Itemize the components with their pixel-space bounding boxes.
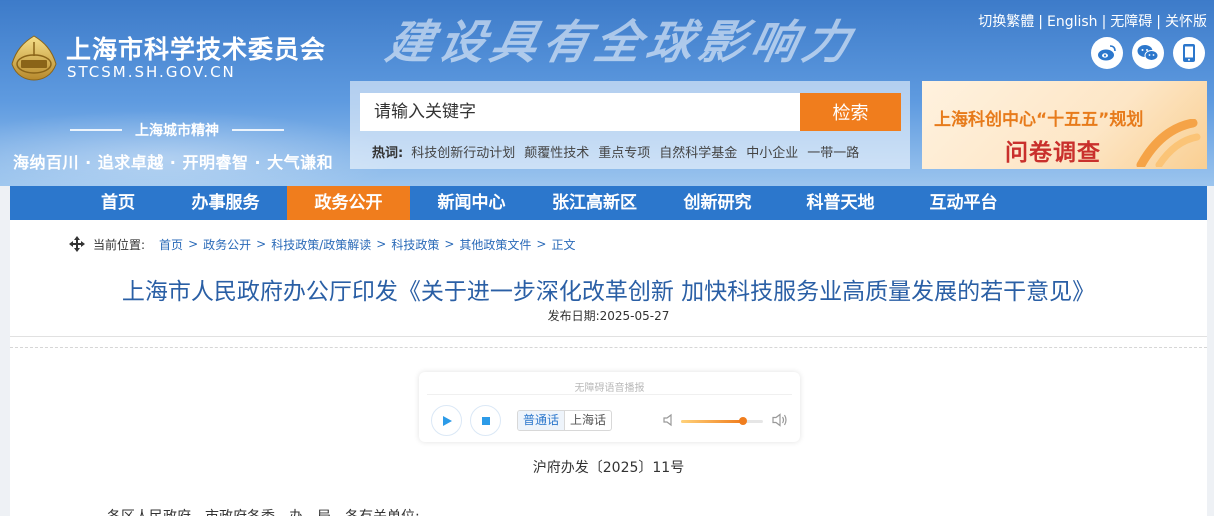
mobile-phone-icon bbox=[1183, 44, 1195, 62]
volume-knob[interactable] bbox=[738, 417, 747, 425]
breadcrumb-separator: > bbox=[444, 237, 455, 251]
banner-decoration-icon bbox=[1136, 119, 1201, 167]
language-shanghainese[interactable]: 上海话 bbox=[565, 411, 611, 430]
link-elderly-mode[interactable]: 关怀版 bbox=[1165, 14, 1207, 30]
breadcrumb-label: 当前位置: bbox=[93, 237, 146, 252]
nav-science-popularization[interactable]: 科普天地 bbox=[779, 186, 902, 220]
hot-word[interactable]: 自然科学基金 bbox=[659, 146, 737, 161]
breadcrumb-link[interactable]: 首页 bbox=[159, 236, 183, 253]
link-separator: | bbox=[1038, 14, 1043, 30]
calligraphy-slogan: 建设具有全球影响力 bbox=[381, 15, 862, 69]
hot-words: 热词: 科技创新行动计划 颠覆性技术 重点专项 自然科学基金 中小企业 一带一路 bbox=[372, 142, 868, 161]
article-content: 当前位置: 首页 > 政务公开 > 科技政策/政策解读 > 科技政策 > 其他政策文件 >… bbox=[10, 220, 1207, 516]
play-icon bbox=[442, 415, 452, 426]
search-panel: 检索 热词: 科技创新行动计划颠覆性技术重点专项自然科学基金中小企业一带一路 bbox=[350, 81, 910, 169]
breadcrumb-current[interactable]: 正文 bbox=[551, 236, 575, 253]
voice-player: 无障碍语音播报 普通话 上海话 bbox=[419, 372, 800, 442]
main-nav: 首页 办事服务 政务公开 新闻中心 张江高新区 创新研究 科普天地 互动平台 bbox=[10, 186, 1207, 220]
location-icon bbox=[68, 235, 86, 253]
survey-banner[interactable]: 上海科创中心“十五五”规划 问卷调查 bbox=[922, 81, 1207, 169]
divider bbox=[10, 336, 1207, 337]
banner-subtitle: 问卷调查 bbox=[1005, 140, 1101, 166]
player-divider bbox=[427, 394, 792, 395]
volume-down-icon[interactable] bbox=[662, 413, 676, 427]
link-traditional-chinese[interactable]: 切换繁體 bbox=[978, 14, 1034, 30]
mobile-button[interactable] bbox=[1173, 37, 1205, 69]
breadcrumb-link[interactable]: 科技政策 bbox=[391, 236, 439, 253]
breadcrumb-separator: > bbox=[536, 237, 547, 251]
divider-dashed bbox=[10, 347, 1207, 348]
nav-government-affairs[interactable]: 政务公开 bbox=[287, 186, 410, 220]
nav-home[interactable]: 首页 bbox=[72, 186, 164, 220]
article-addressee: 各区人民政府，市政府各委、办、局，各有关单位: bbox=[107, 506, 420, 516]
breadcrumb-separator: > bbox=[188, 237, 199, 251]
nav-innovation-research[interactable]: 创新研究 bbox=[656, 186, 779, 220]
city-spirit-title: 上海城市精神 bbox=[70, 120, 284, 140]
site-domain: STCSM.SH.GOV.CN bbox=[67, 63, 236, 81]
banner-title: 上海科创中心“十五五”规划 bbox=[934, 110, 1144, 130]
stop-icon bbox=[481, 416, 490, 425]
breadcrumb-separator: > bbox=[376, 237, 387, 251]
weibo-icon bbox=[1098, 45, 1116, 61]
breadcrumb: 当前位置: 首页 > 政务公开 > 科技政策/政策解读 > 科技政策 > 其他政策文件 >… bbox=[68, 235, 575, 253]
article-title: 上海市人民政府办公厅印发《关于进一步深化改革创新 加快科技服务业高质量发展的若干… bbox=[121, 279, 1096, 305]
top-links: 切换繁體 | English | 无障碍 | 关怀版 bbox=[978, 11, 1207, 31]
player-caption: 无障碍语音播报 bbox=[574, 383, 645, 394]
play-button[interactable] bbox=[431, 405, 462, 436]
breadcrumb-link[interactable]: 政务公开 bbox=[203, 236, 251, 253]
breadcrumb-link[interactable]: 其他政策文件 bbox=[459, 236, 531, 253]
hot-word[interactable]: 科技创新行动计划 bbox=[411, 146, 515, 161]
breadcrumb-link[interactable]: 科技政策/政策解读 bbox=[271, 236, 371, 253]
stop-button[interactable] bbox=[470, 405, 501, 436]
hot-word[interactable]: 一带一路 bbox=[807, 146, 859, 161]
volume-level bbox=[681, 420, 743, 423]
hot-words-label: 热词: bbox=[372, 146, 404, 161]
hot-word[interactable]: 颠覆性技术 bbox=[524, 146, 589, 161]
hot-word[interactable]: 中小企业 bbox=[746, 146, 798, 161]
stcsm-emblem-icon[interactable] bbox=[8, 34, 60, 82]
nav-news[interactable]: 新闻中心 bbox=[410, 186, 533, 220]
volume-slider[interactable] bbox=[681, 417, 763, 425]
wechat-icon bbox=[1137, 45, 1159, 61]
hot-word[interactable]: 重点专项 bbox=[598, 146, 650, 161]
language-switch: 普通话 上海话 bbox=[517, 410, 613, 431]
link-separator: | bbox=[1156, 14, 1161, 30]
nav-zhangjiang[interactable]: 张江高新区 bbox=[533, 186, 656, 220]
site-name[interactable]: 上海市科学技术委员会 bbox=[66, 30, 326, 66]
city-spirit-text: 海纳百川 · 追求卓越 · 开明睿智 · 大气谦和 bbox=[13, 153, 334, 172]
search-button[interactable]: 检索 bbox=[800, 93, 901, 131]
publish-date: 发布日期:2025-05-27 bbox=[547, 309, 670, 323]
breadcrumb-separator: > bbox=[256, 237, 267, 251]
search-input[interactable] bbox=[360, 93, 800, 131]
link-english[interactable]: English bbox=[1047, 14, 1098, 30]
wechat-button[interactable] bbox=[1132, 37, 1164, 69]
link-accessibility[interactable]: 无障碍 bbox=[1110, 14, 1152, 30]
link-separator: | bbox=[1101, 14, 1107, 30]
language-mandarin[interactable]: 普通话 bbox=[518, 411, 566, 430]
site-header: 上海市科学技术委员会 STCSM.SH.GOV.CN 建设具有全球影响力 上海城… bbox=[0, 0, 1214, 186]
nav-interaction[interactable]: 互动平台 bbox=[902, 186, 1025, 220]
volume-up-icon[interactable] bbox=[771, 412, 789, 428]
nav-services[interactable]: 办事服务 bbox=[164, 186, 287, 220]
document-number: 沪府办发〔2025〕11号 bbox=[532, 460, 685, 476]
weibo-button[interactable] bbox=[1091, 37, 1123, 69]
